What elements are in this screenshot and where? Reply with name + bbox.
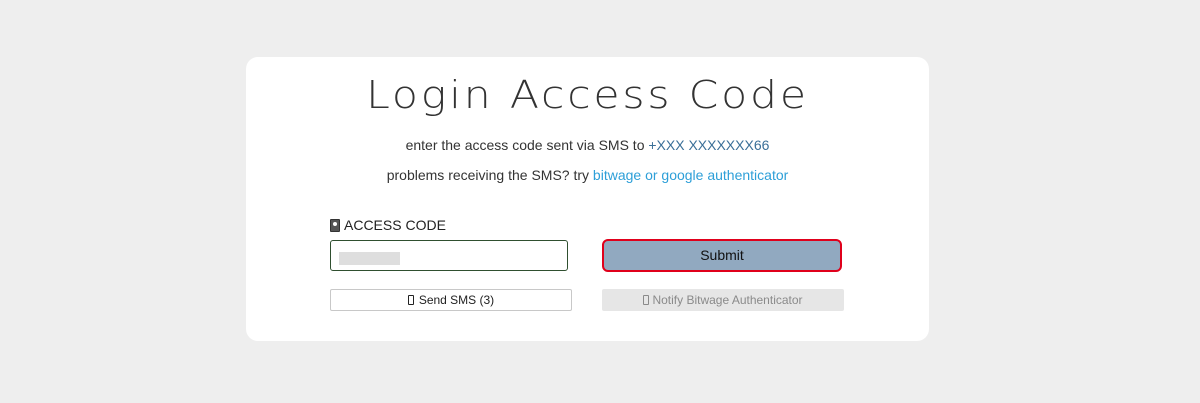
submit-button[interactable]: Submit [602,239,842,272]
page-title: Login Access Code [366,73,809,117]
mobile-phone-icon [643,295,650,305]
login-card: Login Access Code enter the access code … [246,57,929,341]
authenticator-link[interactable]: bitwage or google authenticator [593,167,788,183]
send-sms-label: Send SMS (3) [418,293,495,307]
send-sms-button[interactable]: Send SMS (3) [330,289,572,311]
sms-instruction-text: enter the access code sent via SMS to [405,137,649,153]
sms-help: problems receiving the SMS? try bitwage … [246,167,929,183]
mobile-phone-icon [407,295,414,305]
sms-help-text: problems receiving the SMS? try [386,167,593,183]
sms-instruction: enter the access code sent via SMS to +X… [246,137,929,153]
id-badge-icon [330,218,340,232]
notify-authenticator-label: Notify Bitwage Authenticator [652,293,803,307]
access-code-label-text: ACCESS CODE [344,217,446,233]
masked-input-content [339,252,400,265]
phone-number: +XXX XXXXXXX66 [648,137,770,153]
access-code-label: ACCESS CODE [330,217,446,233]
notify-authenticator-button[interactable]: Notify Bitwage Authenticator [602,289,844,311]
